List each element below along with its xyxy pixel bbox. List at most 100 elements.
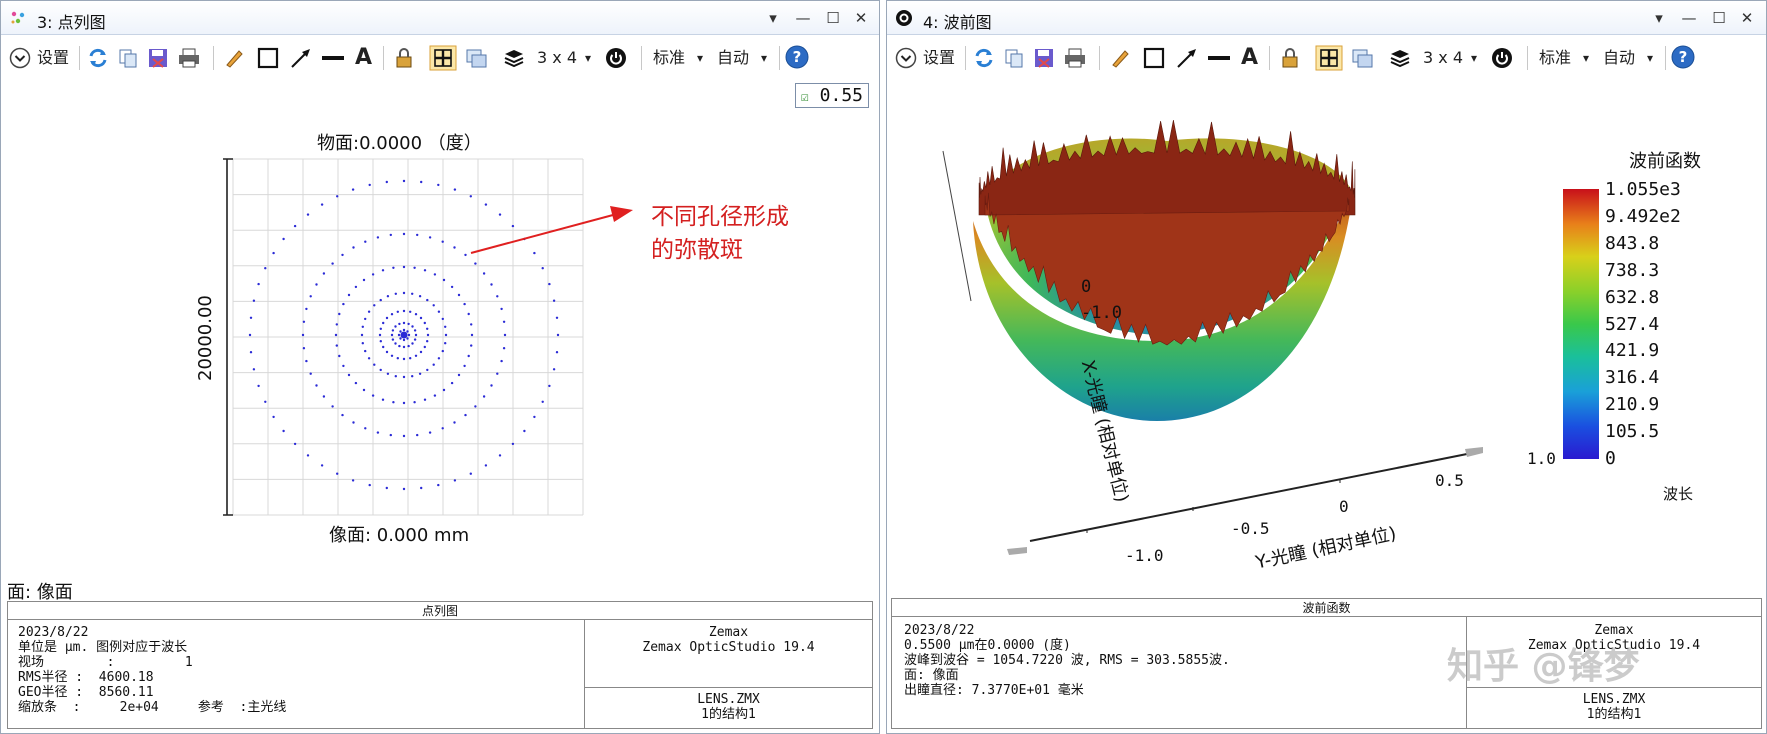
- spot-point: [441, 317, 444, 321]
- spot-point: [389, 233, 392, 237]
- spot-point: [335, 344, 338, 347]
- spot-point: [364, 317, 367, 321]
- spot-point: [464, 253, 467, 257]
- spot-point: [367, 357, 371, 360]
- spot-point: [533, 251, 536, 255]
- spot-point: [482, 272, 486, 275]
- spot-point: [354, 381, 358, 385]
- spot-point: [416, 433, 419, 437]
- spot-point: [432, 304, 435, 307]
- spot-point: [442, 388, 446, 392]
- spot-point: [503, 333, 507, 337]
- spot-point: [364, 240, 367, 243]
- spot-point: [364, 427, 367, 430]
- spot-point: [402, 328, 406, 332]
- spot-point: [392, 266, 395, 269]
- colorbar-tick: 738.3: [1605, 259, 1660, 281]
- spot-point: [402, 375, 406, 379]
- spot-point: [469, 195, 472, 198]
- panel-line-5: GEO半径 : 8560.11: [18, 685, 154, 700]
- spot-point: [433, 394, 437, 397]
- spot-point: [362, 278, 366, 282]
- panel-line-5: 出瞳直径: 7.3770E+01 毫米: [904, 683, 1084, 698]
- colorbar-title: 波前函数: [1629, 151, 1701, 172]
- spot-point: [467, 312, 470, 316]
- spot-point: [490, 283, 493, 286]
- spot-point: [541, 400, 544, 403]
- spot-point: [464, 413, 467, 417]
- spot-point: [394, 292, 397, 295]
- spot-point: [379, 298, 382, 302]
- spot-point: [474, 405, 477, 408]
- spot-point: [396, 357, 399, 360]
- spot-point: [354, 285, 358, 289]
- colorbar-tick: 316.4: [1605, 367, 1660, 389]
- panel-header: 点列图: [8, 602, 872, 620]
- spot-point: [423, 345, 426, 349]
- spot-point: [386, 295, 390, 298]
- spot-diagram-window: 3: 点列图 ▾ — ☐ ✕ 设置 A 3 x 4 ▾ 标准 ▾ 自动 ▾ ?: [0, 0, 880, 734]
- config-text: 1的结构1: [701, 707, 756, 722]
- spot-point: [382, 321, 385, 325]
- spot-point: [379, 340, 382, 343]
- spot-point: [402, 232, 406, 236]
- colorbar-unit: 波长: [1663, 485, 1694, 503]
- spot-point: [322, 395, 326, 398]
- spot-point: [453, 421, 456, 424]
- spot-point: [420, 486, 423, 490]
- spot-point: [442, 278, 446, 282]
- spot-point: [331, 405, 334, 408]
- spot-point: [552, 368, 556, 371]
- spot-point: [441, 427, 444, 430]
- spot-point: [402, 338, 406, 342]
- spot-point: [382, 345, 385, 349]
- annotation-arrow: [470, 214, 614, 254]
- panel-line-4: 面: 像面: [904, 668, 959, 683]
- spot-point: [293, 224, 297, 228]
- spot-point: [373, 363, 376, 366]
- spot-point: [411, 375, 414, 378]
- colorbar-tick: 9.492e2: [1605, 205, 1681, 227]
- x-axis-label: 像面: 0.000 mm: [329, 525, 470, 546]
- spot-point: [467, 354, 470, 358]
- spot-point: [385, 350, 389, 354]
- panel-line-2: 0.5500 µm在0.0000 (度): [904, 638, 1071, 653]
- spot-point: [282, 237, 285, 241]
- y-tick-05: 0.5: [1435, 471, 1464, 490]
- spot-point: [502, 320, 506, 323]
- y-axis-label: 20000.00: [195, 295, 216, 381]
- spot-point: [469, 472, 472, 475]
- colorbar-tick: 105.5: [1605, 421, 1660, 443]
- spot-point: [450, 285, 454, 289]
- x-axis-line: [942, 150, 972, 302]
- spot-point: [379, 327, 382, 330]
- spot-point: [390, 313, 394, 316]
- spot-point: [379, 368, 382, 372]
- y-tick-0: 0: [1339, 497, 1349, 516]
- spot-point: [498, 454, 502, 457]
- spot-point: [437, 357, 441, 360]
- spot-point: [394, 375, 397, 378]
- panel-line-4: RMS半径 : 4600.18: [18, 670, 154, 685]
- spot-point: [352, 421, 355, 424]
- spot-point: [391, 338, 395, 341]
- file-text: LENS.ZMX: [697, 692, 760, 707]
- spot-point: [301, 333, 305, 337]
- spot-point: [552, 299, 556, 302]
- spot-point: [362, 388, 366, 392]
- info-panel: 点列图 2023/8/22 单位是 μm. 图例对应于波长 视场 : 1 RMS…: [7, 601, 873, 729]
- file-text: LENS.ZMX: [1582, 692, 1646, 707]
- spot-point: [331, 262, 334, 265]
- spot-point: [437, 310, 441, 313]
- spot-point: [498, 213, 502, 216]
- spot-point: [335, 323, 338, 326]
- spot-point: [302, 347, 306, 350]
- spot-point: [394, 342, 397, 345]
- spot-point: [500, 307, 503, 311]
- panel-line-1: 2023/8/22: [18, 625, 89, 640]
- spot-point: [367, 310, 371, 313]
- spot-point: [470, 344, 473, 347]
- spot-point: [496, 295, 499, 298]
- spot-point: [420, 180, 423, 184]
- spot-point: [453, 246, 456, 249]
